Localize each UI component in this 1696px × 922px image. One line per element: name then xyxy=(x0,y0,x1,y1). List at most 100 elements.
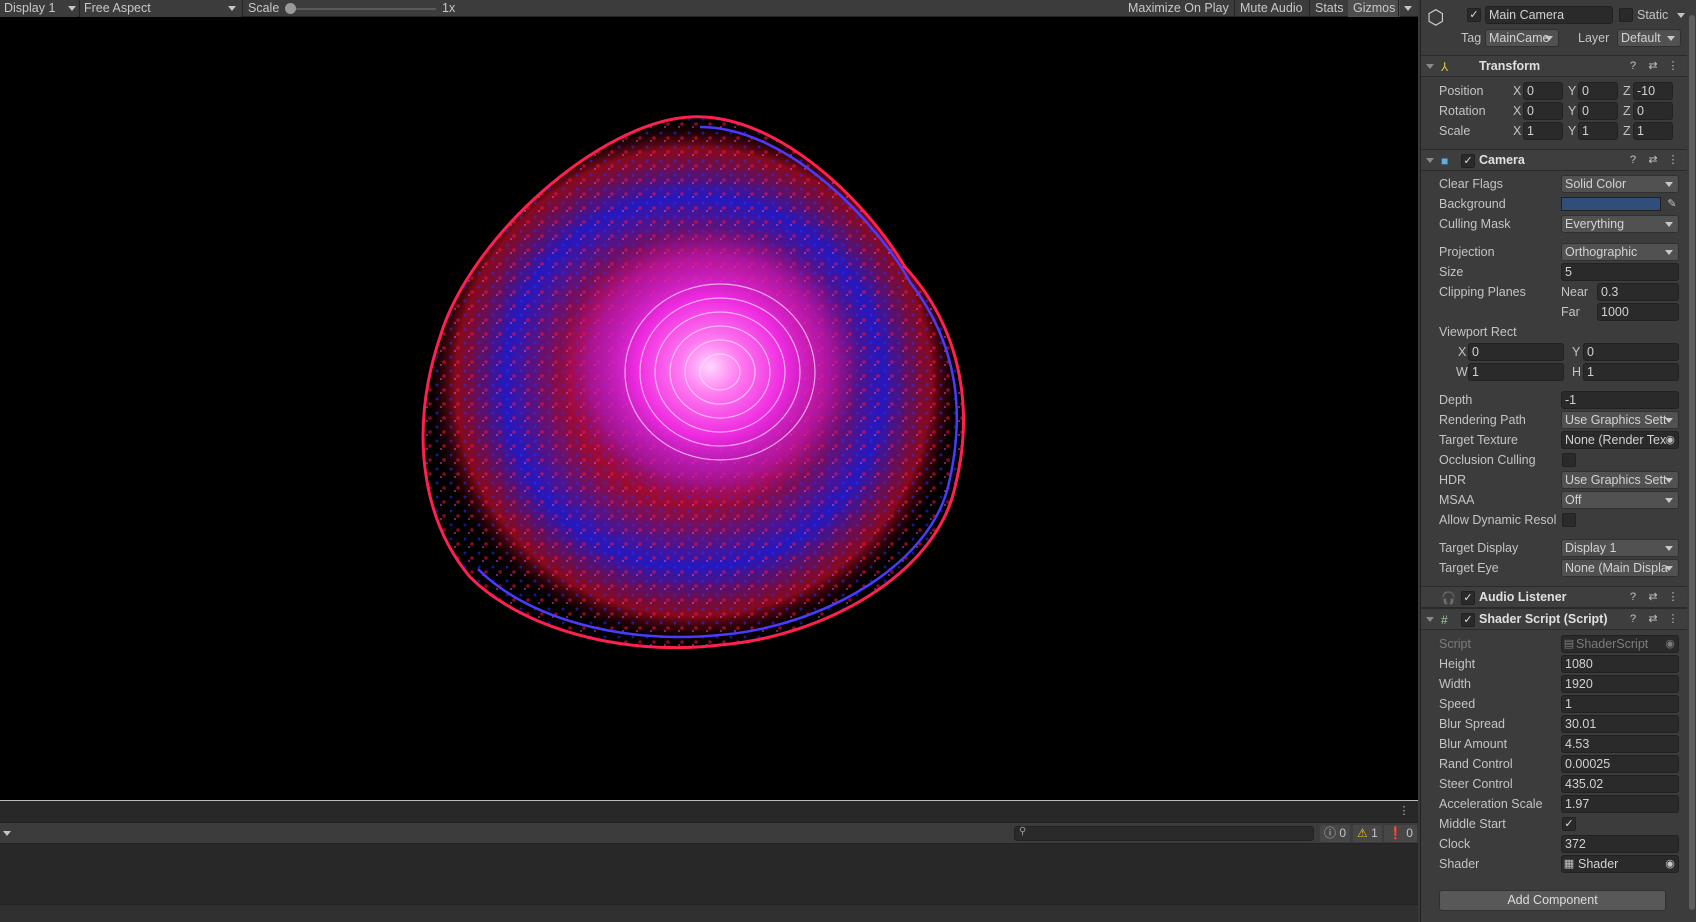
tag-label: Tag xyxy=(1461,31,1482,45)
aspect-dropdown[interactable]: Free Aspect xyxy=(80,0,241,17)
console-menu-chevron-icon[interactable] xyxy=(3,831,11,836)
layer-dropdown[interactable]: Default xyxy=(1617,29,1681,47)
viewport-y-field[interactable]: 0 xyxy=(1583,343,1679,361)
height-field[interactable]: 1080 xyxy=(1561,655,1679,673)
add-component-button[interactable]: Add Component xyxy=(1439,890,1666,911)
dynamic-resolution-checkbox[interactable] xyxy=(1562,513,1576,527)
occlusion-culling-checkbox[interactable] xyxy=(1562,453,1576,467)
far-field[interactable]: 1000 xyxy=(1597,303,1679,321)
scale-z-field[interactable]: 1 xyxy=(1633,122,1673,140)
viewport-x-field[interactable]: 0 xyxy=(1468,343,1564,361)
scale-slider-track[interactable] xyxy=(290,8,436,10)
shader-script-header[interactable]: # ✓ Shader Script (Script) ? ⇄ ⋮ xyxy=(1421,608,1696,630)
projection-value: Orthographic xyxy=(1565,245,1638,259)
size-field[interactable]: 5 xyxy=(1561,263,1679,281)
help-icon[interactable]: ? xyxy=(1627,60,1639,72)
camera-header[interactable]: ■ ✓ Camera ? ⇄ ⋮ xyxy=(1421,149,1696,171)
speed-field[interactable]: 1 xyxy=(1561,695,1679,713)
stats-button[interactable]: Stats xyxy=(1310,0,1349,17)
acceleration-scale-field[interactable]: 1.97 xyxy=(1561,795,1679,813)
game-toolbar: Display 1 Free Aspect Scale 1x Maximize … xyxy=(0,0,1418,17)
foldout-arrow-icon[interactable] xyxy=(1426,158,1434,163)
inspector-scrollbar-thumb[interactable] xyxy=(1689,15,1695,910)
display-dropdown[interactable]: Display 1 xyxy=(0,0,78,17)
middle-start-checkbox[interactable]: ✓ xyxy=(1562,817,1576,831)
help-icon[interactable]: ? xyxy=(1627,613,1639,625)
scale-y-field[interactable]: 1 xyxy=(1578,122,1618,140)
object-name-field[interactable]: Main Camera xyxy=(1485,6,1613,24)
static-checkbox[interactable] xyxy=(1619,8,1633,22)
gizmos-button[interactable]: Gizmos xyxy=(1348,0,1401,17)
object-picker-icon[interactable]: ◉ xyxy=(1664,434,1676,446)
culling-mask-dropdown[interactable]: Everything xyxy=(1561,215,1679,233)
blur-amount-field[interactable]: 4.53 xyxy=(1561,735,1679,753)
console-search-input[interactable]: ⚲ xyxy=(1014,826,1314,841)
axis-x-label: X xyxy=(1513,84,1522,98)
clock-field[interactable]: 372 xyxy=(1561,835,1679,853)
rendering-path-dropdown[interactable]: Use Graphics Sett xyxy=(1561,411,1679,429)
game-render-viewport[interactable] xyxy=(0,17,1418,801)
rand-control-field[interactable]: 0.00025 xyxy=(1561,755,1679,773)
help-icon[interactable]: ? xyxy=(1627,591,1639,603)
gizmos-menu-chevron-icon[interactable] xyxy=(1404,6,1412,11)
static-chevron-icon[interactable] xyxy=(1677,13,1685,18)
foldout-arrow-icon[interactable] xyxy=(1426,64,1434,69)
position-z-field[interactable]: -10 xyxy=(1633,82,1673,100)
presets-icon[interactable]: ⇄ xyxy=(1647,154,1659,166)
background-color-swatch[interactable] xyxy=(1561,197,1661,211)
console-more-icon[interactable]: ⋮ xyxy=(1398,805,1410,817)
width-field[interactable]: 1920 xyxy=(1561,675,1679,693)
warning-count-toggle[interactable]: ⚠ 1 xyxy=(1353,825,1382,842)
target-texture-field[interactable]: None (Render Tex xyxy=(1561,431,1679,449)
scale-x-field[interactable]: 1 xyxy=(1523,122,1563,140)
depth-field[interactable]: -1 xyxy=(1561,391,1679,409)
maximize-on-play-button[interactable]: Maximize On Play xyxy=(1123,0,1234,17)
gameobject-cube-icon[interactable]: ⬡ xyxy=(1427,6,1453,32)
blur-spread-field[interactable]: 30.01 xyxy=(1561,715,1679,733)
hdr-dropdown[interactable]: Use Graphics Sett xyxy=(1561,471,1679,489)
projection-dropdown[interactable]: Orthographic xyxy=(1561,243,1679,261)
presets-icon[interactable]: ⇄ xyxy=(1647,591,1659,603)
help-icon[interactable]: ? xyxy=(1627,154,1639,166)
status-bar xyxy=(0,904,1418,922)
msaa-dropdown[interactable]: Off xyxy=(1561,491,1679,509)
active-checkbox[interactable]: ✓ xyxy=(1467,8,1481,22)
target-eye-dropdown[interactable]: None (Main Displa xyxy=(1561,559,1679,577)
error-count-toggle[interactable]: ❗ 0 xyxy=(1384,825,1417,842)
rotation-z-field[interactable]: 0 xyxy=(1633,102,1673,120)
scale-slider-handle[interactable] xyxy=(285,3,296,14)
position-y-field[interactable]: 0 xyxy=(1578,82,1618,100)
viewport-rect-row: Viewport Rect xyxy=(1421,322,1696,342)
object-picker-icon[interactable]: ◉ xyxy=(1664,858,1676,870)
tag-dropdown[interactable]: MainCame xyxy=(1485,29,1559,47)
more-options-icon[interactable]: ⋮ xyxy=(1667,613,1679,625)
shader-field[interactable]: Shader xyxy=(1561,855,1679,873)
rotation-y-field[interactable]: 0 xyxy=(1578,102,1618,120)
foldout-arrow-icon[interactable] xyxy=(1426,617,1434,622)
audio-listener-enabled-checkbox[interactable]: ✓ xyxy=(1461,591,1475,605)
presets-icon[interactable]: ⇄ xyxy=(1647,613,1659,625)
more-options-icon[interactable]: ⋮ xyxy=(1667,154,1679,166)
log-count-toggle[interactable]: ⓘ 0 xyxy=(1320,825,1351,842)
mute-audio-button[interactable]: Mute Audio xyxy=(1235,0,1308,17)
target-display-dropdown[interactable]: Display 1 xyxy=(1561,539,1679,557)
shader-row: Shader Shader ▦ ◉ xyxy=(1421,854,1696,874)
viewport-w-field[interactable]: 1 xyxy=(1468,363,1564,381)
clear-flags-dropdown[interactable]: Solid Color xyxy=(1561,175,1679,193)
more-options-icon[interactable]: ⋮ xyxy=(1667,60,1679,72)
viewport-h-field[interactable]: 1 xyxy=(1583,363,1679,381)
position-x-field[interactable]: 0 xyxy=(1523,82,1563,100)
steer-control-field[interactable]: 435.02 xyxy=(1561,775,1679,793)
rotation-x-field[interactable]: 0 xyxy=(1523,102,1563,120)
audio-listener-header[interactable]: 🎧 ✓ Audio Listener ? ⇄ ⋮ xyxy=(1421,586,1696,608)
near-field[interactable]: 0.3 xyxy=(1597,283,1679,301)
more-options-icon[interactable]: ⋮ xyxy=(1667,591,1679,603)
error-count: 0 xyxy=(1406,826,1413,840)
shader-script-enabled-checkbox[interactable]: ✓ xyxy=(1461,613,1475,627)
transform-header[interactable]: ⅄ Transform ? ⇄ ⋮ xyxy=(1421,55,1696,77)
eyedropper-icon[interactable]: ✎ xyxy=(1666,198,1678,210)
position-row: Position X 0 Y 0 Z -10 xyxy=(1421,81,1696,101)
camera-enabled-checkbox[interactable]: ✓ xyxy=(1461,154,1475,168)
steer-control-row: Steer Control 435.02 xyxy=(1421,774,1696,794)
presets-icon[interactable]: ⇄ xyxy=(1647,60,1659,72)
